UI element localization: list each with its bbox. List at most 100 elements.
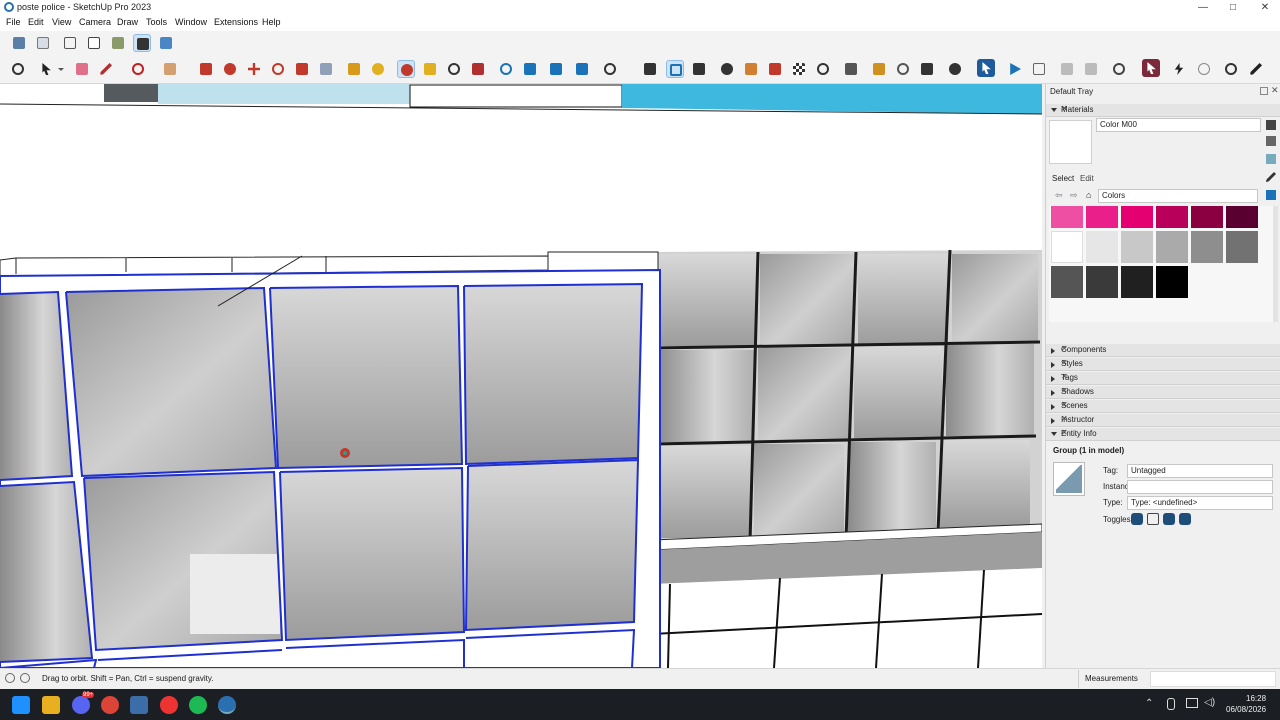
selected-window-group[interactable] <box>0 251 661 668</box>
tray-pin-icon[interactable] <box>1260 87 1268 95</box>
cloud-icon[interactable] <box>814 60 832 78</box>
zoom-window-icon[interactable] <box>445 60 463 78</box>
visibility-toggle-icon[interactable] <box>1131 513 1143 525</box>
menu-window[interactable]: Window <box>175 17 207 27</box>
menu-camera[interactable]: Camera <box>79 17 111 27</box>
color-swatch[interactable] <box>1051 206 1083 228</box>
color-swatch[interactable] <box>1226 231 1258 263</box>
warehouse-icon[interactable] <box>641 60 659 78</box>
color-swatch[interactable] <box>1121 231 1153 263</box>
orbit-icon[interactable] <box>397 60 415 78</box>
section-plane-icon[interactable] <box>497 60 515 78</box>
back-edges-icon[interactable] <box>34 34 52 52</box>
shapes-icon[interactable] <box>129 60 147 78</box>
color-swatch[interactable] <box>1086 231 1118 263</box>
scale-icon[interactable] <box>293 60 311 78</box>
record-icon[interactable] <box>160 696 178 714</box>
clock-time[interactable]: 16:28 <box>1246 694 1266 703</box>
library-select[interactable]: Colors <box>1098 189 1258 203</box>
start-icon[interactable] <box>12 696 30 714</box>
select-tab[interactable]: Select <box>1052 174 1074 183</box>
volume-icon[interactable]: ◁) <box>1204 697 1215 708</box>
materials-panel-header[interactable]: Materials ✕ <box>1046 104 1280 117</box>
close-button[interactable]: ✕ <box>1250 0 1280 15</box>
color-swatch[interactable] <box>1156 231 1188 263</box>
monochrome-icon[interactable] <box>157 34 175 52</box>
layers-icon[interactable] <box>547 60 565 78</box>
camera-tool-icon[interactable] <box>742 60 760 78</box>
pen-icon[interactable] <box>1247 60 1265 78</box>
shadows-panel-header[interactable]: Shadows ✕ <box>1046 386 1280 399</box>
shaded-textures-icon[interactable] <box>133 34 151 52</box>
tape-measure-icon[interactable] <box>345 60 363 78</box>
app-icon[interactable] <box>130 696 148 714</box>
color-swatch[interactable] <box>1226 206 1258 228</box>
eraser-icon[interactable] <box>73 60 91 78</box>
push-pull-icon[interactable] <box>221 60 239 78</box>
select-icon[interactable] <box>37 60 55 78</box>
protractor-icon[interactable] <box>369 60 387 78</box>
minimize-button[interactable]: — <box>1188 0 1218 15</box>
receive-shadows-icon[interactable] <box>1163 513 1175 525</box>
geo-location-icon[interactable] <box>5 673 15 683</box>
tray-close-icon[interactable]: ✕ <box>1271 85 1279 96</box>
menu-view[interactable]: View <box>52 17 71 27</box>
zoom-icon[interactable] <box>9 60 27 78</box>
sandbox-icon[interactable] <box>521 60 539 78</box>
instructor-icon[interactable] <box>20 673 30 683</box>
bulb-icon[interactable] <box>1222 60 1240 78</box>
account-icon[interactable] <box>946 60 964 78</box>
cart-icon[interactable] <box>918 60 936 78</box>
sample-paint-icon[interactable] <box>1266 172 1276 182</box>
folder-icon[interactable] <box>870 60 888 78</box>
xray-icon[interactable] <box>10 34 28 52</box>
color-swatch[interactable] <box>1156 266 1188 298</box>
discord-icon[interactable]: 99+ <box>72 692 95 714</box>
walk-icon[interactable] <box>421 60 439 78</box>
instance-field[interactable] <box>1127 480 1273 494</box>
color-swatch[interactable] <box>1191 231 1223 263</box>
chevron-up-icon[interactable]: ⌃ <box>1145 698 1153 709</box>
measurements-input[interactable] <box>1150 671 1276 687</box>
components-panel-header[interactable]: Components ✕ <box>1046 344 1280 357</box>
info-icon[interactable] <box>894 60 912 78</box>
styles-icon[interactable] <box>573 60 591 78</box>
sketchup-taskbar-icon[interactable] <box>218 696 236 714</box>
forward-arrow-icon[interactable]: ⇨ <box>1070 190 1078 201</box>
close-circle-icon[interactable] <box>1195 60 1213 78</box>
tags-panel-header[interactable]: Tags ✕ <box>1046 372 1280 385</box>
camera-icon[interactable] <box>1082 60 1100 78</box>
lock-toggle-icon[interactable] <box>1147 513 1159 525</box>
back-arrow-icon[interactable]: ⇦ <box>1055 190 1063 201</box>
settings-icon[interactable] <box>1110 60 1128 78</box>
match-photo-icon[interactable] <box>766 60 784 78</box>
stop-icon[interactable] <box>1030 60 1048 78</box>
zoom-extents-icon[interactable] <box>469 60 487 78</box>
paint-bucket-icon[interactable] <box>197 60 215 78</box>
pencil-icon[interactable] <box>97 60 115 78</box>
model-viewport[interactable] <box>0 84 1042 668</box>
create-material-icon[interactable] <box>1266 120 1276 130</box>
maximize-button[interactable]: □ <box>1218 0 1248 15</box>
color-swatch[interactable] <box>1051 231 1083 263</box>
component-icon[interactable] <box>666 60 684 78</box>
play-icon[interactable] <box>1006 60 1024 78</box>
home-icon[interactable]: ⌂ <box>1086 190 1091 200</box>
offset-icon[interactable] <box>317 60 335 78</box>
clock-date[interactable]: 06/08/2026 <box>1226 705 1266 714</box>
ruby-icon[interactable] <box>1142 59 1160 77</box>
wireframe-icon[interactable] <box>61 34 79 52</box>
extension-icon[interactable] <box>842 60 860 78</box>
color-swatch[interactable] <box>1156 206 1188 228</box>
material-name-field[interactable]: Color M00 <box>1096 118 1261 132</box>
rectangle-icon[interactable] <box>161 60 179 78</box>
color-swatch[interactable] <box>1121 266 1153 298</box>
cast-shadows-icon[interactable] <box>1179 513 1191 525</box>
styles-panel-header[interactable]: Styles ✕ <box>1046 358 1280 371</box>
color-swatch[interactable] <box>1051 266 1083 298</box>
microphone-icon[interactable] <box>1167 698 1175 710</box>
network-icon[interactable] <box>1186 698 1198 708</box>
chrome-icon[interactable] <box>101 696 119 714</box>
default-material-icon[interactable] <box>1266 154 1276 164</box>
user-icon[interactable] <box>601 60 619 78</box>
